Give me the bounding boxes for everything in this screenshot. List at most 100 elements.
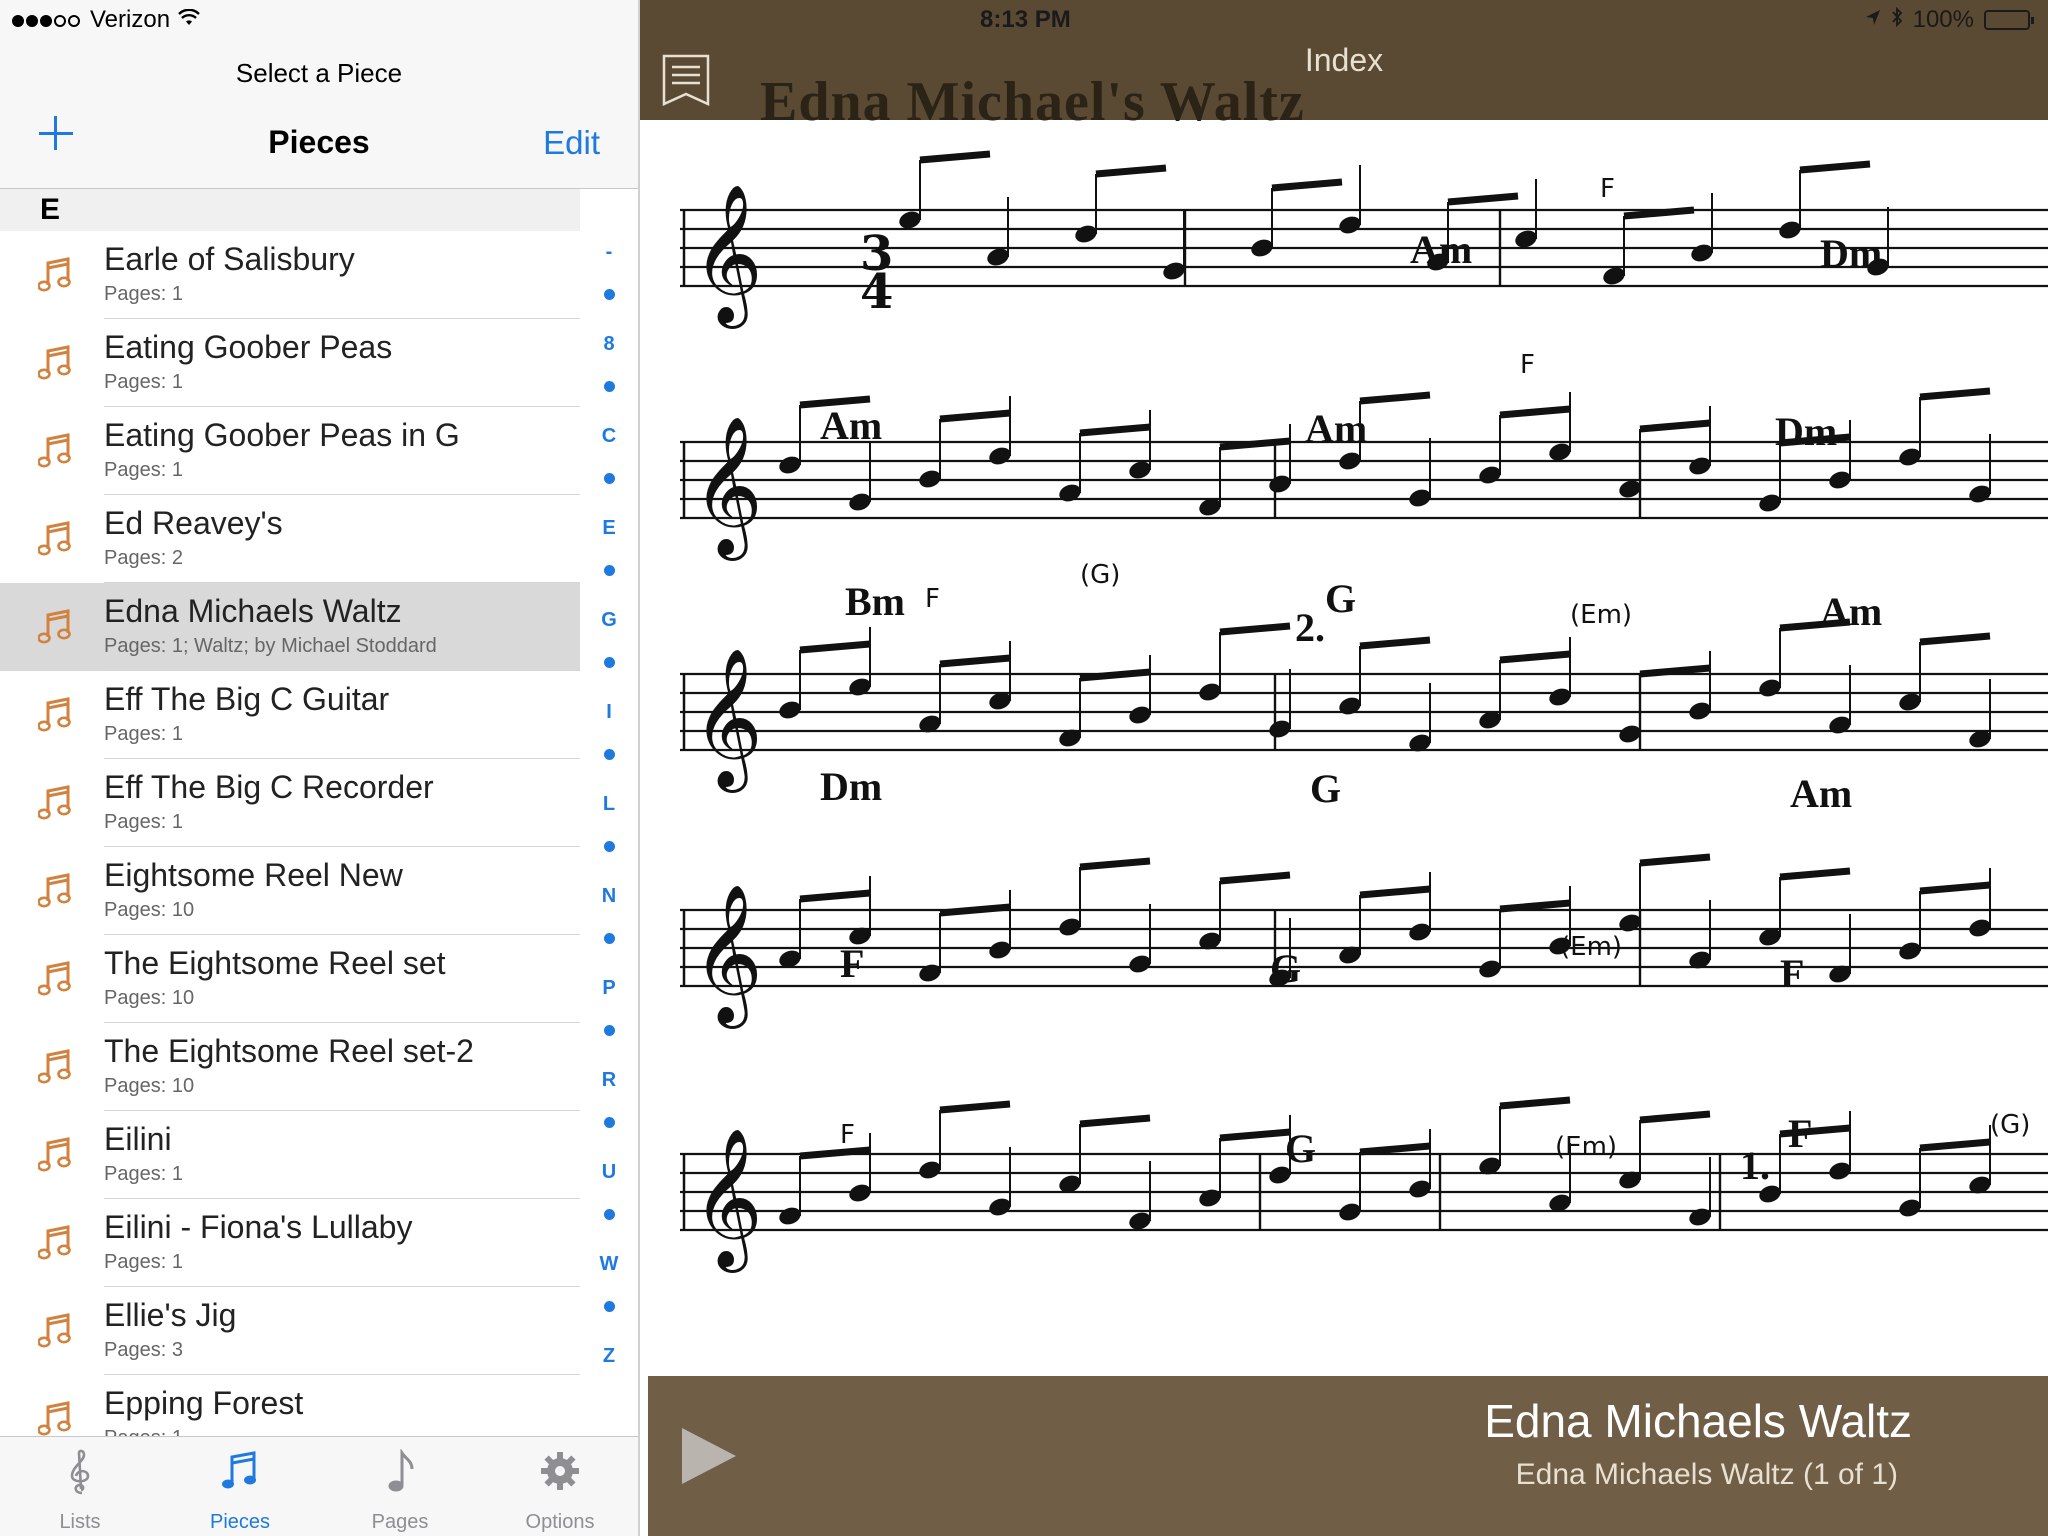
index-dot[interactable]	[604, 933, 615, 944]
chord-symbol: F	[840, 941, 865, 986]
index-letter[interactable]: 8	[580, 333, 638, 356]
music-notes-icon	[37, 257, 72, 293]
index-letter[interactable]: P	[580, 977, 638, 1000]
index-letter[interactable]: L	[580, 793, 638, 816]
chord-symbol: Am	[820, 403, 883, 448]
index-dot[interactable]	[604, 289, 615, 300]
piece-subtitle: Pages: 2	[104, 547, 183, 569]
sheet-music-viewer[interactable]: 𝄞 𝄞 𝄞 𝄞 𝄞 3 4 Am F Dm Am Am F Dm (G) Bm F 2. G (Em) Am Dm G Am…	[640, 0, 2048, 1536]
index-letter[interactable]: -	[580, 241, 638, 264]
music-notes-icon	[220, 1449, 260, 1495]
tab-options[interactable]: Options	[480, 1437, 640, 1536]
index-letter[interactable]: N	[580, 885, 638, 908]
sheet-title: Edna Michael's Waltz	[760, 71, 1305, 133]
music-notes-icon	[37, 1401, 72, 1436]
piece-row[interactable]: Edna Michaels Waltz Pages: 1; Waltz; by M…	[0, 583, 580, 671]
app-root: Verizon Select a Piece Pieces Edit E Ear…	[0, 0, 2048, 1536]
chord-symbol: Bm	[845, 579, 905, 624]
piece-row[interactable]: Eff The Big C Recorder Pages: 1	[0, 759, 580, 847]
piece-title: Eating Goober Peas in G	[104, 417, 460, 453]
section-index-bar[interactable]: - 8 C E G I L N P R U W Z	[580, 231, 638, 1436]
chord-symbol: G	[1285, 1126, 1317, 1171]
index-dot[interactable]	[604, 473, 615, 484]
piece-row[interactable]: Ed Reavey's Pages: 2	[0, 495, 580, 583]
tab-lists[interactable]: Lists	[0, 1437, 160, 1536]
chord-symbol: Am	[1820, 589, 1883, 634]
tab-pieces[interactable]: Pieces	[160, 1437, 320, 1536]
chord-symbol: 1.	[1740, 1143, 1770, 1188]
tab-pages[interactable]: Pages	[320, 1437, 480, 1536]
music-staves: 𝄞𝄞𝄞𝄞𝄞34	[680, 150, 2048, 1273]
chord-symbol: F	[1788, 1111, 1813, 1156]
now-playing-subtitle: Edna Michaels Waltz (1 of 1)	[1515, 1458, 1898, 1491]
piece-rows: Earle of Salisbury Pages: 1 Eating Goober …	[0, 231, 580, 1436]
tab-label: Lists	[59, 1511, 101, 1533]
index-letter[interactable]: C	[580, 425, 638, 448]
chord-symbol: Dm	[820, 764, 883, 809]
music-note-icon	[380, 1448, 420, 1495]
music-notes-icon	[37, 697, 72, 733]
treble-clef-icon	[60, 1449, 100, 1495]
piece-subtitle: Pages: 3	[104, 1339, 183, 1361]
chord-symbol: (Em)	[1560, 932, 1623, 962]
index-letter[interactable]: W	[580, 1253, 638, 1276]
svg-text:4: 4	[860, 264, 893, 320]
music-notes-icon	[37, 521, 72, 557]
index-dot[interactable]	[604, 841, 615, 852]
piece-subtitle: Pages: 10	[104, 899, 195, 921]
pieces-list[interactable]: E Earle of Salisbury Pages: 1 Eating Goobe…	[0, 189, 638, 1436]
piece-row[interactable]: The Eightsome Reel set-2 Pages: 10	[0, 1023, 580, 1111]
index-dot[interactable]	[604, 1025, 615, 1036]
piece-row[interactable]: The Eightsome Reel set Pages: 10	[0, 935, 580, 1023]
index-letter[interactable]: I	[580, 701, 638, 724]
piece-title: Eightsome Reel New	[104, 857, 403, 893]
chord-symbol: Am	[1410, 227, 1473, 272]
music-notes-icon	[37, 345, 72, 381]
piece-title: Eilini	[104, 1121, 172, 1157]
status-bar-left: Verizon	[0, 0, 638, 40]
chord-symbol: Dm	[1820, 231, 1883, 276]
index-dot[interactable]	[604, 565, 615, 576]
piece-row[interactable]: Eilini Pages: 1	[0, 1111, 580, 1199]
piece-row[interactable]: Epping Forest Pages: 1	[0, 1375, 580, 1436]
piece-row[interactable]: Earle of Salisbury Pages: 1	[0, 231, 580, 319]
piece-row[interactable]: Eilini - Fiona's Lullaby Pages: 1	[0, 1199, 580, 1287]
play-button[interactable]	[676, 1424, 740, 1488]
tab-bar: Lists Pieces Pages Options	[0, 1436, 638, 1536]
now-playing-bar: Edna Michaels Waltz Edna Michaels Waltz …	[648, 1376, 2048, 1536]
index-letter[interactable]: E	[580, 517, 638, 540]
index-letter[interactable]: G	[580, 609, 638, 632]
piece-subtitle: Pages: 1	[104, 1163, 183, 1185]
status-time: 8:13 PM	[980, 6, 1071, 33]
music-notes-icon	[37, 1137, 72, 1173]
index-dot[interactable]	[604, 1301, 615, 1312]
piece-title: Edna Michaels Waltz	[104, 593, 402, 629]
piece-row[interactable]: Eating Goober Peas Pages: 1	[0, 319, 580, 407]
edit-button[interactable]: Edit	[543, 124, 600, 162]
piece-subtitle: Pages: 1	[104, 371, 183, 393]
index-dot[interactable]	[604, 1117, 615, 1128]
svg-text:𝄞: 𝄞	[692, 1128, 763, 1273]
piece-row[interactable]: Ellie's Jig Pages: 3	[0, 1287, 580, 1375]
piece-row[interactable]: Eating Goober Peas in G Pages: 1	[0, 407, 580, 495]
tab-label: Pieces	[209, 1511, 271, 1533]
index-dot[interactable]	[604, 381, 615, 392]
index-letter[interactable]: Z	[580, 1345, 638, 1368]
chord-symbol: F	[925, 584, 940, 614]
piece-row[interactable]: Eightsome Reel New Pages: 10	[0, 847, 580, 935]
music-notes-icon	[37, 873, 72, 909]
index-dot[interactable]	[604, 1209, 615, 1220]
piece-row[interactable]: Eff The Big C Guitar Pages: 1	[0, 671, 580, 759]
svg-text:𝄞: 𝄞	[692, 648, 763, 793]
piece-title: The Eightsome Reel set	[104, 945, 446, 981]
carrier-info: Verizon	[12, 6, 200, 34]
chord-symbol: Dm	[1775, 409, 1838, 454]
chord-symbol: Am	[1790, 771, 1853, 816]
svg-text:𝄞: 𝄞	[692, 416, 763, 561]
index-dot[interactable]	[604, 657, 615, 668]
piece-title: Eff The Big C Guitar	[104, 681, 390, 717]
index-letter[interactable]: U	[580, 1161, 638, 1184]
index-letter[interactable]: R	[580, 1069, 638, 1092]
index-dot[interactable]	[604, 749, 615, 760]
now-playing-title: Edna Michaels Waltz	[1484, 1395, 1912, 1447]
